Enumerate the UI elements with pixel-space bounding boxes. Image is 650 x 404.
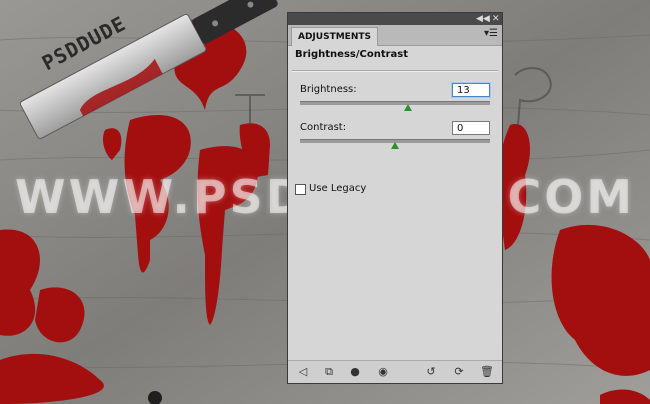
contrast-slider-thumb[interactable] (391, 142, 399, 149)
visibility-eye-icon[interactable]: ◉ (376, 365, 390, 379)
brightness-input[interactable]: 13 (452, 83, 490, 97)
trash-icon[interactable]: 🗑 (480, 365, 494, 379)
return-arrow-icon[interactable]: ◁ (296, 365, 310, 379)
previous-state-icon[interactable]: ↺ (424, 365, 438, 379)
panel-footer: ◁ ⧉ ● ◉ ↺ ⟳ 🗑 (288, 360, 502, 383)
expand-view-icon[interactable]: ⧉ (322, 365, 336, 379)
divider (292, 70, 498, 72)
brightness-slider[interactable] (300, 101, 490, 105)
contrast-input[interactable]: 0 (452, 121, 490, 135)
reset-icon[interactable]: ⟳ (452, 365, 466, 379)
panel-menu-icon[interactable]: ▾☰ (484, 28, 498, 39)
brightness-slider-thumb[interactable] (404, 104, 413, 111)
tab-adjustments[interactable]: ADJUSTMENTS (291, 27, 378, 46)
use-legacy-label: Use Legacy (309, 183, 367, 194)
use-legacy-checkbox[interactable] (295, 184, 306, 195)
panel-tab-row: ADJUSTMENTS ▾☰ (288, 25, 502, 46)
clip-layer-icon[interactable]: ● (348, 365, 362, 379)
adjustment-title: Brightness/Contrast (295, 49, 409, 60)
collapse-icon[interactable]: ◀◀ (476, 13, 490, 25)
close-icon[interactable]: ✕ (492, 13, 500, 25)
adjustments-panel: ◀◀ ✕ ADJUSTMENTS ▾☰ Brightness/Contrast … (287, 12, 503, 384)
brightness-label: Brightness: (300, 84, 357, 95)
contrast-label: Contrast: (300, 122, 347, 133)
panel-titlebar[interactable]: ◀◀ ✕ (288, 13, 502, 25)
